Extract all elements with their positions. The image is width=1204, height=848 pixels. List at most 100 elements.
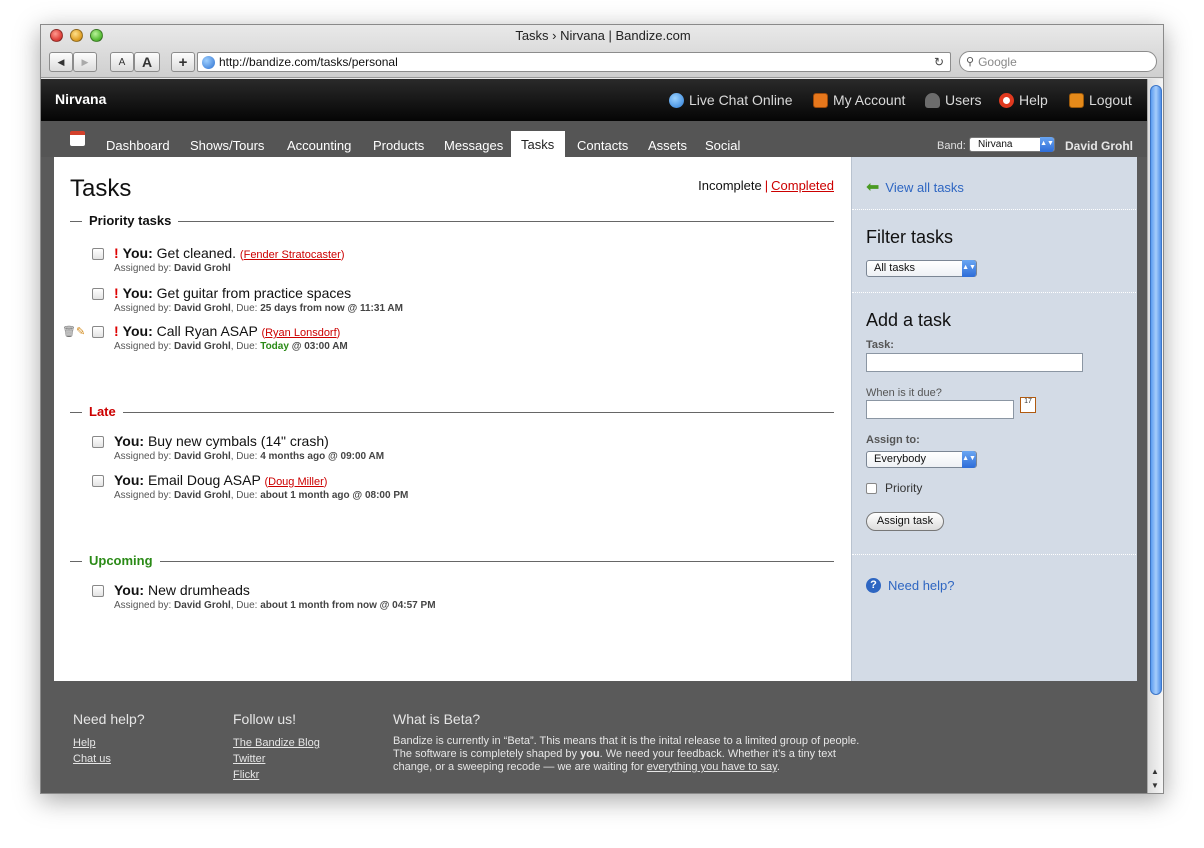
help-link[interactable]: Help <box>999 92 1048 108</box>
trash-icon[interactable]: 🗑 <box>62 326 76 338</box>
filter-incomplete[interactable]: Incomplete <box>698 178 762 193</box>
filter-tasks-heading: Filter tasks <box>866 227 954 247</box>
users-link[interactable]: Users <box>925 92 982 108</box>
task-input[interactable] <box>866 353 1083 372</box>
back-button[interactable]: ◀ <box>49 52 73 72</box>
priority-option: Priority <box>866 481 922 495</box>
arrow-left-icon: ⬅ <box>866 179 880 196</box>
calendar-day: 17 <box>1024 398 1032 405</box>
logout-link[interactable]: Logout <box>1069 92 1132 108</box>
assign-to-select[interactable]: Everybody ▲▼ <box>866 451 977 468</box>
tab-assets[interactable]: Assets <box>638 133 697 157</box>
task-title: You: New drumheads <box>114 582 250 598</box>
add-bookmark-button[interactable]: + <box>171 52 195 72</box>
globe-icon <box>202 55 215 69</box>
tab-dashboard[interactable]: Dashboard <box>96 133 180 157</box>
live-chat-link[interactable]: Live Chat Online <box>669 92 793 108</box>
tab-products[interactable]: Products <box>363 133 434 157</box>
calendar-picker-icon[interactable]: 17 <box>1020 397 1036 413</box>
tab-tasks[interactable]: Tasks <box>511 131 565 157</box>
due-relative: 4 months ago <box>260 451 326 462</box>
reload-icon[interactable]: ↻ <box>934 55 944 69</box>
footer-follow-title: Follow us! <box>233 711 297 727</box>
assign-field-label: Assign to: <box>866 434 920 446</box>
tab-messages[interactable]: Messages <box>434 133 513 157</box>
section-upcoming: Upcoming <box>70 553 834 569</box>
assigned-label: Assigned by: <box>114 490 172 501</box>
due-label: , Due: <box>230 600 258 611</box>
beta-feedback-link[interactable]: everything you have to say <box>647 761 777 773</box>
help-label: Help <box>1019 92 1048 108</box>
assigned-label: Assigned by: <box>114 600 172 611</box>
scroll-down-icon[interactable]: ▼ <box>1151 781 1159 790</box>
page-title: Tasks <box>70 175 132 202</box>
footer-flickr-link[interactable]: Flickr <box>233 767 320 783</box>
beta-description: Bandize is currently in “Beta”. This mea… <box>393 735 863 774</box>
task-text: Call Ryan ASAP <box>156 323 258 339</box>
filter-completed-link[interactable]: Completed <box>771 178 834 193</box>
users-icon <box>925 92 940 108</box>
task-meta: Assigned by: David Grohl, Due: about 1 m… <box>114 600 436 611</box>
scrollbar-thumb[interactable] <box>1150 85 1162 695</box>
sidebar-divider <box>852 292 1136 293</box>
filter-separator: | <box>764 178 769 193</box>
back-arrow-icon: ◀ <box>57 56 65 67</box>
address-bar[interactable]: http://bandize.com/tasks/personal ↻ <box>197 52 951 72</box>
due-date-input[interactable] <box>866 400 1014 419</box>
task-checkbox[interactable] <box>92 436 104 448</box>
section-title: Priority tasks <box>82 213 179 228</box>
band-select[interactable]: Nirvana ▲▼ <box>969 137 1055 152</box>
task-checkbox[interactable] <box>92 288 104 300</box>
filter-select-value: All tasks <box>874 262 915 274</box>
pencil-icon[interactable]: ✎ <box>76 326 85 338</box>
task-checkbox[interactable] <box>92 326 104 338</box>
need-help-link[interactable]: ? Need help? <box>866 578 955 593</box>
tab-contacts[interactable]: Contacts <box>567 133 638 157</box>
priority-marker: ! <box>114 323 119 339</box>
assigned-by: David Grohl <box>174 263 231 274</box>
band-brand[interactable]: Nirvana <box>55 91 106 107</box>
footer-help-link[interactable]: Help <box>73 735 145 751</box>
question-icon: ? <box>866 578 881 593</box>
task-reference-link[interactable]: Fender Stratocaster <box>244 249 341 261</box>
footer-twitter-link[interactable]: Twitter <box>233 751 320 767</box>
text-larger-button[interactable]: A <box>134 52 160 72</box>
sidebar-divider <box>852 209 1136 210</box>
assigned-by: David Grohl <box>174 490 231 501</box>
assign-task-button[interactable]: Assign task <box>866 512 944 531</box>
footer-chat-link[interactable]: Chat us <box>73 751 145 767</box>
due-time: @ 03:00 AM <box>288 341 348 352</box>
task-checkbox[interactable] <box>92 475 104 487</box>
assigned-label: Assigned by: <box>114 341 172 352</box>
task-reference: (Fender Stratocaster) <box>239 249 345 261</box>
tab-social[interactable]: Social <box>695 133 750 157</box>
task-assignee: You: <box>122 245 153 261</box>
task-reference-link[interactable]: Ryan Lonsdorf <box>265 327 337 339</box>
task-assignee: You: <box>114 582 145 598</box>
forward-button[interactable]: ▶ <box>73 52 97 72</box>
task-checkbox[interactable] <box>92 248 104 260</box>
current-user[interactable]: David Grohl <box>1065 139 1133 153</box>
page-viewport: Nirvana Live Chat Online My Account User… <box>41 79 1149 793</box>
scroll-up-icon[interactable]: ▲ <box>1151 767 1159 776</box>
tab-shows-tours[interactable]: Shows/Tours <box>180 133 274 157</box>
logout-door-icon <box>1069 92 1084 108</box>
app-header: Nirvana Live Chat Online My Account User… <box>41 79 1149 121</box>
calendar-icon[interactable] <box>70 131 85 146</box>
assigned-by: David Grohl <box>174 341 231 352</box>
footer-blog-link[interactable]: The Bandize Blog <box>233 735 320 751</box>
text-larger-icon: A <box>141 54 153 70</box>
chat-bubble-icon <box>669 92 684 108</box>
my-account-link[interactable]: My Account <box>813 92 905 108</box>
assigned-by: David Grohl <box>174 451 231 462</box>
priority-checkbox[interactable] <box>866 482 877 494</box>
task-reference-link[interactable]: Doug Miller <box>268 476 324 488</box>
view-all-tasks-link[interactable]: ⬅ View all tasks <box>866 177 964 197</box>
vertical-scrollbar[interactable]: ▲ ▼ <box>1147 79 1163 793</box>
task-checkbox[interactable] <box>92 585 104 597</box>
text-smaller-button[interactable]: A <box>110 52 134 72</box>
task-title: ! You: Call Ryan ASAP (Ryan Lonsdorf) <box>114 323 340 339</box>
search-input[interactable]: ⚲ Google <box>959 51 1157 72</box>
filter-tasks-select[interactable]: All tasks ▲▼ <box>866 260 977 277</box>
tab-accounting[interactable]: Accounting <box>277 133 361 157</box>
